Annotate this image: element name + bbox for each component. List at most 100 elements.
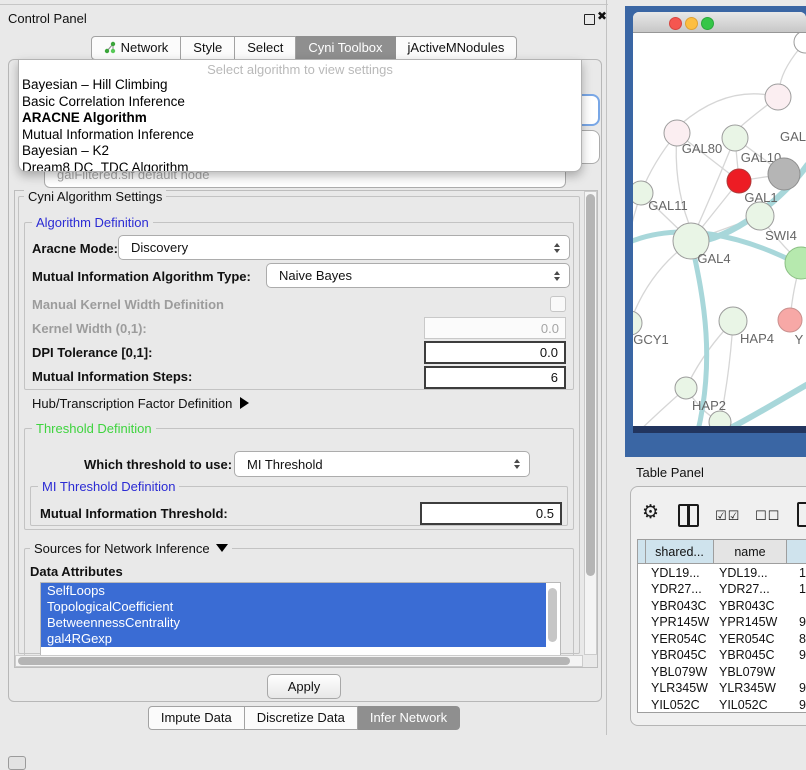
document-icon[interactable] bbox=[797, 502, 806, 527]
tab-impute-data[interactable]: Impute Data bbox=[148, 706, 245, 730]
algorithm-option-mutual-information-inference[interactable]: Mutual Information Inference bbox=[19, 127, 581, 144]
attribute-item-gal4rgexp[interactable]: gal4RGexp bbox=[41, 631, 546, 647]
table-row[interactable]: YLR345WYLR345W9. bbox=[638, 680, 806, 697]
tab-infer-network[interactable]: Infer Network bbox=[358, 706, 460, 730]
table-row[interactable]: YER054CYER054C8. bbox=[638, 630, 806, 647]
algorithm-option-bayesian-hill-climbing[interactable]: Bayesian – Hill Climbing bbox=[19, 77, 581, 94]
data-attributes-list[interactable]: SelfLoopsTopologicalCoefficientBetweenne… bbox=[40, 582, 561, 658]
hub-definition-label: Hub/Transcription Factor Definition bbox=[32, 396, 232, 411]
hub-definition-toggle[interactable]: Hub/Transcription Factor Definition bbox=[32, 396, 249, 411]
threshold-definition-title: Threshold Definition bbox=[32, 421, 156, 436]
manual-kernel-label: Manual Kernel Width Definition bbox=[32, 297, 224, 312]
network-node-hap2[interactable] bbox=[675, 377, 697, 399]
tab-jactivemnodules[interactable]: jActiveMNodules bbox=[396, 36, 518, 60]
settings-horizontal-scrollbar-thumb[interactable] bbox=[18, 657, 570, 665]
network-node[interactable] bbox=[794, 32, 806, 53]
table-row[interactable]: YPR145WYPR145W9. bbox=[638, 614, 806, 631]
node-label-y: Y bbox=[795, 332, 804, 347]
attribute-item-topologicalcoefficient[interactable]: TopologicalCoefficient bbox=[41, 599, 546, 615]
data-attributes-label: Data Attributes bbox=[30, 564, 123, 579]
table-row[interactable]: YDL19...YDL19...13 bbox=[638, 564, 806, 581]
attributes-scrollbar-thumb[interactable] bbox=[548, 588, 557, 642]
table-panel: ⚙ ☑☑ ☐☐ shared...nameA YDL19...YDL19...1… bbox=[630, 486, 806, 726]
table-cell: YDR27... bbox=[646, 582, 714, 596]
tab-label: Network bbox=[121, 40, 169, 55]
kernel-width-label: Kernel Width (0,1): bbox=[32, 321, 147, 336]
tab-select[interactable]: Select bbox=[235, 36, 296, 60]
table-row[interactable]: YBR045CYBR045C9. bbox=[638, 647, 806, 664]
zoom-traffic-icon[interactable] bbox=[701, 17, 714, 30]
apply-button[interactable]: Apply bbox=[267, 674, 341, 699]
close-icon[interactable]: ✖ bbox=[597, 9, 607, 23]
mi-type-label: Mutual Information Algorithm Type: bbox=[32, 269, 251, 284]
stepper-icon bbox=[554, 271, 560, 281]
tab-cyni-toolbox[interactable]: Cyni Toolbox bbox=[296, 36, 395, 60]
manual-kernel-checkbox[interactable] bbox=[550, 296, 566, 312]
sources-group-title[interactable]: Sources for Network Inference bbox=[30, 541, 232, 556]
table-row[interactable]: YDR27...YDR27...12 bbox=[638, 581, 806, 598]
mi-threshold-field[interactable]: 0.5 bbox=[420, 502, 562, 525]
network-window-titlebar[interactable] bbox=[633, 12, 806, 33]
kernel-width-value: 0.0 bbox=[541, 321, 559, 336]
network-window[interactable]: GALGAL80GAL10GAL1GAL11SWI4GAL4GCY1HAP4YH… bbox=[633, 12, 806, 433]
dpi-tolerance-field[interactable]: 0.0 bbox=[424, 341, 566, 364]
table-cell: YPR145W bbox=[646, 615, 714, 629]
mi-steps-label: Mutual Information Steps: bbox=[32, 369, 192, 384]
minimize-traffic-icon[interactable] bbox=[685, 17, 698, 30]
network-node[interactable] bbox=[768, 158, 800, 190]
table-cell: 9. bbox=[787, 615, 806, 629]
node-table[interactable]: shared...nameA YDL19...YDL19...13YDR27..… bbox=[637, 539, 806, 713]
tab-discretize-data[interactable]: Discretize Data bbox=[245, 706, 358, 730]
network-canvas[interactable]: GALGAL80GAL10GAL1GAL11SWI4GAL4GCY1HAP4YH… bbox=[633, 32, 806, 433]
stepper-icon bbox=[554, 243, 560, 253]
table-cell: YER054C bbox=[714, 632, 787, 646]
column-header-a[interactable]: A bbox=[787, 540, 806, 564]
column-header-shared-[interactable]: shared... bbox=[646, 540, 714, 564]
network-node-gal[interactable] bbox=[765, 84, 791, 110]
network-node-swi4[interactable] bbox=[746, 202, 774, 230]
select-all-checks-icon[interactable]: ☑☑ bbox=[715, 509, 740, 524]
attribute-item-selfloops[interactable]: SelfLoops bbox=[41, 583, 546, 599]
float-window-icon[interactable] bbox=[584, 14, 595, 25]
table-cell: YBL079W bbox=[714, 665, 787, 679]
column-header-name[interactable]: name bbox=[714, 540, 787, 564]
columns-icon[interactable] bbox=[678, 504, 699, 527]
gear-icon[interactable]: ⚙ bbox=[642, 501, 659, 523]
minimized-panel-chip[interactable] bbox=[8, 756, 26, 770]
algorithm-dropdown-list: Select algorithm to view settings Bayesi… bbox=[18, 59, 582, 172]
attribute-item-betweennesscentrality[interactable]: BetweennessCentrality bbox=[41, 615, 546, 631]
algorithm-option-aracne-algorithm[interactable]: ARACNE Algorithm bbox=[19, 110, 581, 127]
table-row[interactable]: YBR043CYBR043C bbox=[638, 597, 806, 614]
tab-network[interactable]: Network bbox=[91, 36, 182, 60]
algorithm-option-dream8-dc-tdc-algorithm[interactable]: Dream8 DC_TDC Algorithm bbox=[19, 160, 581, 173]
algorithm-option-basic-correlation-inference[interactable]: Basic Correlation Inference bbox=[19, 94, 581, 111]
mi-type-select[interactable]: Naive Bayes bbox=[266, 263, 570, 288]
table-cell: 9. bbox=[787, 681, 806, 695]
network-node[interactable] bbox=[785, 247, 806, 279]
deselect-all-checks-icon[interactable]: ☐☐ bbox=[755, 509, 780, 524]
table-cell: YBR043C bbox=[646, 599, 714, 613]
network-node-y[interactable] bbox=[778, 308, 802, 332]
tab-style[interactable]: Style bbox=[181, 36, 235, 60]
which-threshold-label: Which threshold to use: bbox=[84, 457, 232, 472]
settings-vertical-scrollbar-thumb[interactable] bbox=[586, 194, 595, 576]
panel-right-border bbox=[606, 0, 607, 735]
close-traffic-icon[interactable] bbox=[669, 17, 682, 30]
column-header-spacer[interactable] bbox=[638, 540, 646, 564]
table-row[interactable]: YIL052CYIL052C9 bbox=[638, 696, 806, 713]
table-cell: YBR045C bbox=[646, 648, 714, 662]
table-cell: YIL052C bbox=[714, 698, 787, 712]
node-label-swi4: SWI4 bbox=[765, 228, 797, 243]
algorithm-option-bayesian-k2[interactable]: Bayesian – K2 bbox=[19, 143, 581, 160]
aracne-mode-select[interactable]: Discovery bbox=[118, 235, 570, 260]
table-row[interactable]: YBL079WYBL079W bbox=[638, 663, 806, 680]
kernel-width-field[interactable]: 0.0 bbox=[424, 317, 566, 339]
mi-steps-field[interactable]: 6 bbox=[424, 366, 566, 389]
node-label-gal11: GAL11 bbox=[648, 198, 688, 213]
network-node-gal10[interactable] bbox=[722, 125, 748, 151]
tab-label: jActiveMNodules bbox=[408, 40, 505, 55]
which-threshold-select[interactable]: MI Threshold bbox=[234, 451, 530, 477]
collapse-down-icon bbox=[216, 544, 228, 552]
tab-label: Impute Data bbox=[161, 710, 232, 725]
network-edge[interactable] bbox=[681, 94, 778, 124]
